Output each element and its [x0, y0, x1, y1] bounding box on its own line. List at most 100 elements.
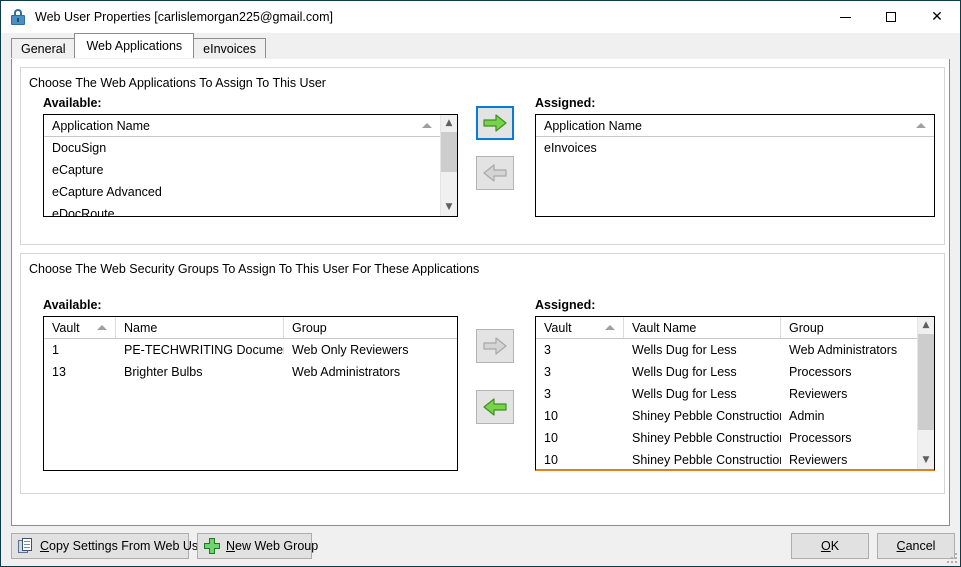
applications-available-label: Available: [43, 96, 102, 110]
scrollbar-thumb[interactable] [918, 334, 934, 430]
sort-ascending-icon [605, 325, 615, 330]
security-available-label: Available: [43, 298, 102, 312]
assigned-applications-body: eInvoices [536, 137, 934, 216]
table-row[interactable]: 10 Shiney Pebble Construction Reviewers [536, 449, 917, 469]
unassign-application-button[interactable] [476, 156, 514, 190]
assign-application-button[interactable] [476, 106, 514, 140]
web-user-properties-window: Web User Properties [carlislemorgan225@g… [0, 0, 961, 567]
cancel-button[interactable]: Cancel [877, 533, 955, 559]
table-row[interactable]: 10 Shiney Pebble Construction Processors [536, 427, 917, 449]
resize-grip[interactable] [945, 551, 957, 563]
cell-vault: 10 [544, 431, 558, 445]
assign-group-button[interactable] [476, 329, 514, 363]
window-controls: ✕ [822, 1, 960, 33]
column-header-vault-label: Vault [52, 320, 80, 335]
copy-settings-label: opy Settings From Web User [49, 539, 210, 553]
assigned-groups-header-row: Vault Vault Name Group [536, 317, 934, 339]
cell-group: Web Only Reviewers [292, 343, 409, 357]
available-applications-list[interactable]: Application Name DocuSign eCapture eCapt… [43, 114, 458, 217]
table-row[interactable]: 3 Wells Dug for Less Processors [536, 361, 917, 383]
minimize-button[interactable] [822, 1, 868, 33]
column-header-group[interactable]: Group [781, 317, 917, 338]
cell-group: Processors [789, 365, 852, 379]
close-icon[interactable]: ✕ [914, 1, 960, 33]
table-row[interactable]: 3 Wells Dug for Less Reviewers [536, 383, 917, 405]
cell-vault: 1 [52, 343, 59, 357]
web-security-groups-panel: Choose The Web Security Groups To Assign… [20, 253, 945, 494]
table-row[interactable]: 10 Shiney Pebble Construction Admin [536, 405, 917, 427]
cell-vault: 3 [544, 387, 551, 401]
cell-group: Admin [789, 409, 825, 423]
new-web-group-accel: N [226, 539, 236, 553]
assigned-applications-list[interactable]: Application Name eInvoices [535, 114, 935, 217]
cell-group: Web Administrators [789, 343, 898, 357]
copy-settings-from-web-user-button[interactable]: Copy Settings From Web User [11, 533, 209, 559]
cell-vault: 3 [544, 343, 551, 357]
table-row[interactable]: 1 PE-TECHWRITING Documents Web Only Revi… [44, 339, 457, 361]
cell-name: PE-TECHWRITING Documents [124, 343, 284, 357]
column-header-group-label: Group [292, 320, 327, 335]
cell-vault: 10 [544, 453, 558, 467]
copy-document-icon [18, 538, 34, 554]
cell-vault-name: Wells Dug for Less [632, 365, 737, 379]
scroll-down-icon[interactable]: ▼ [918, 452, 934, 469]
sort-ascending-icon [916, 123, 926, 128]
list-item[interactable]: eCapture [44, 159, 440, 181]
window-title: Web User Properties [carlislemorgan225@g… [35, 10, 333, 24]
ok-accel: O [820, 539, 831, 553]
table-row[interactable]: 13 Brighter Bulbs Web Administrators [44, 361, 457, 383]
tab-page-web-applications: Choose The Web Applications To Assign To… [11, 59, 950, 526]
column-header-vault[interactable]: Vault [44, 317, 116, 338]
new-web-group-button[interactable]: New Web Group [197, 533, 318, 559]
dialog-button-bar: Copy Settings From Web User New Web Grou… [1, 526, 960, 566]
new-web-group-label: ew Web Group [235, 539, 319, 553]
tab-web-applications[interactable]: Web Applications [74, 33, 195, 58]
web-applications-panel: Choose The Web Applications To Assign To… [20, 67, 945, 245]
assigned-applications-column-application-name[interactable]: Application Name [544, 119, 642, 133]
cell-group: Reviewers [789, 453, 848, 467]
cell-vault-name: Shiney Pebble Construction [632, 453, 781, 467]
unassign-group-button[interactable] [476, 390, 514, 424]
available-applications-scrollbar[interactable]: ▲ ▼ [440, 115, 457, 216]
column-header-vault[interactable]: Vault [536, 317, 624, 338]
cell-group: Processors [789, 431, 852, 445]
column-header-vault-name[interactable]: Vault Name [624, 317, 781, 338]
tab-einvoices[interactable]: eInvoices [193, 38, 266, 58]
assigned-security-groups-grid[interactable]: Vault Vault Name Group 3 Wells Dug for L… [535, 316, 935, 471]
column-header-group-label: Group [789, 320, 824, 335]
available-groups-header-row: Vault Name Group [44, 317, 457, 339]
available-applications-column-application-name[interactable]: Application Name [52, 119, 150, 133]
cancel-label: ancel [905, 539, 936, 553]
plus-icon [204, 538, 220, 554]
cell-vault: 3 [544, 365, 551, 379]
cell-vault-name: Wells Dug for Less [632, 387, 737, 401]
list-item[interactable]: eInvoices [536, 137, 934, 159]
table-row[interactable]: 3 Wells Dug for Less Web Administrators [536, 339, 917, 361]
list-item[interactable]: eDocRoute [44, 203, 440, 216]
scrollbar-thumb[interactable] [441, 132, 457, 172]
scroll-down-icon[interactable]: ▼ [441, 199, 457, 216]
available-security-groups-grid[interactable]: Vault Name Group 1 PE-TECHWRITING Docume… [43, 316, 458, 471]
applications-assigned-label: Assigned: [535, 96, 596, 110]
available-applications-body: DocuSign eCapture eCapture Advanced eDoc… [44, 137, 440, 216]
column-header-vault-name-label: Vault Name [632, 320, 697, 335]
scroll-up-icon[interactable]: ▲ [918, 317, 934, 334]
list-item[interactable]: DocuSign [44, 137, 440, 159]
maximize-button[interactable] [868, 1, 914, 33]
list-item[interactable]: eCapture Advanced [44, 181, 440, 203]
column-header-group[interactable]: Group [284, 317, 457, 338]
cell-vault: 10 [544, 409, 558, 423]
scroll-up-icon[interactable]: ▲ [441, 115, 457, 132]
cancel-accel: C [896, 539, 906, 553]
sort-ascending-icon [422, 123, 432, 128]
arrow-right-icon [483, 337, 507, 355]
column-header-name[interactable]: Name [116, 317, 284, 338]
column-header-vault-label: Vault [544, 320, 572, 335]
ok-button[interactable]: OK [791, 533, 869, 559]
ok-label: K [830, 539, 840, 553]
assigned-groups-scrollbar[interactable]: ▲ ▼ [917, 317, 934, 469]
lock-icon [10, 9, 26, 25]
security-groups-instruction: Choose The Web Security Groups To Assign… [29, 262, 480, 276]
cell-vault: 13 [52, 365, 66, 379]
tab-general[interactable]: General [11, 38, 76, 58]
